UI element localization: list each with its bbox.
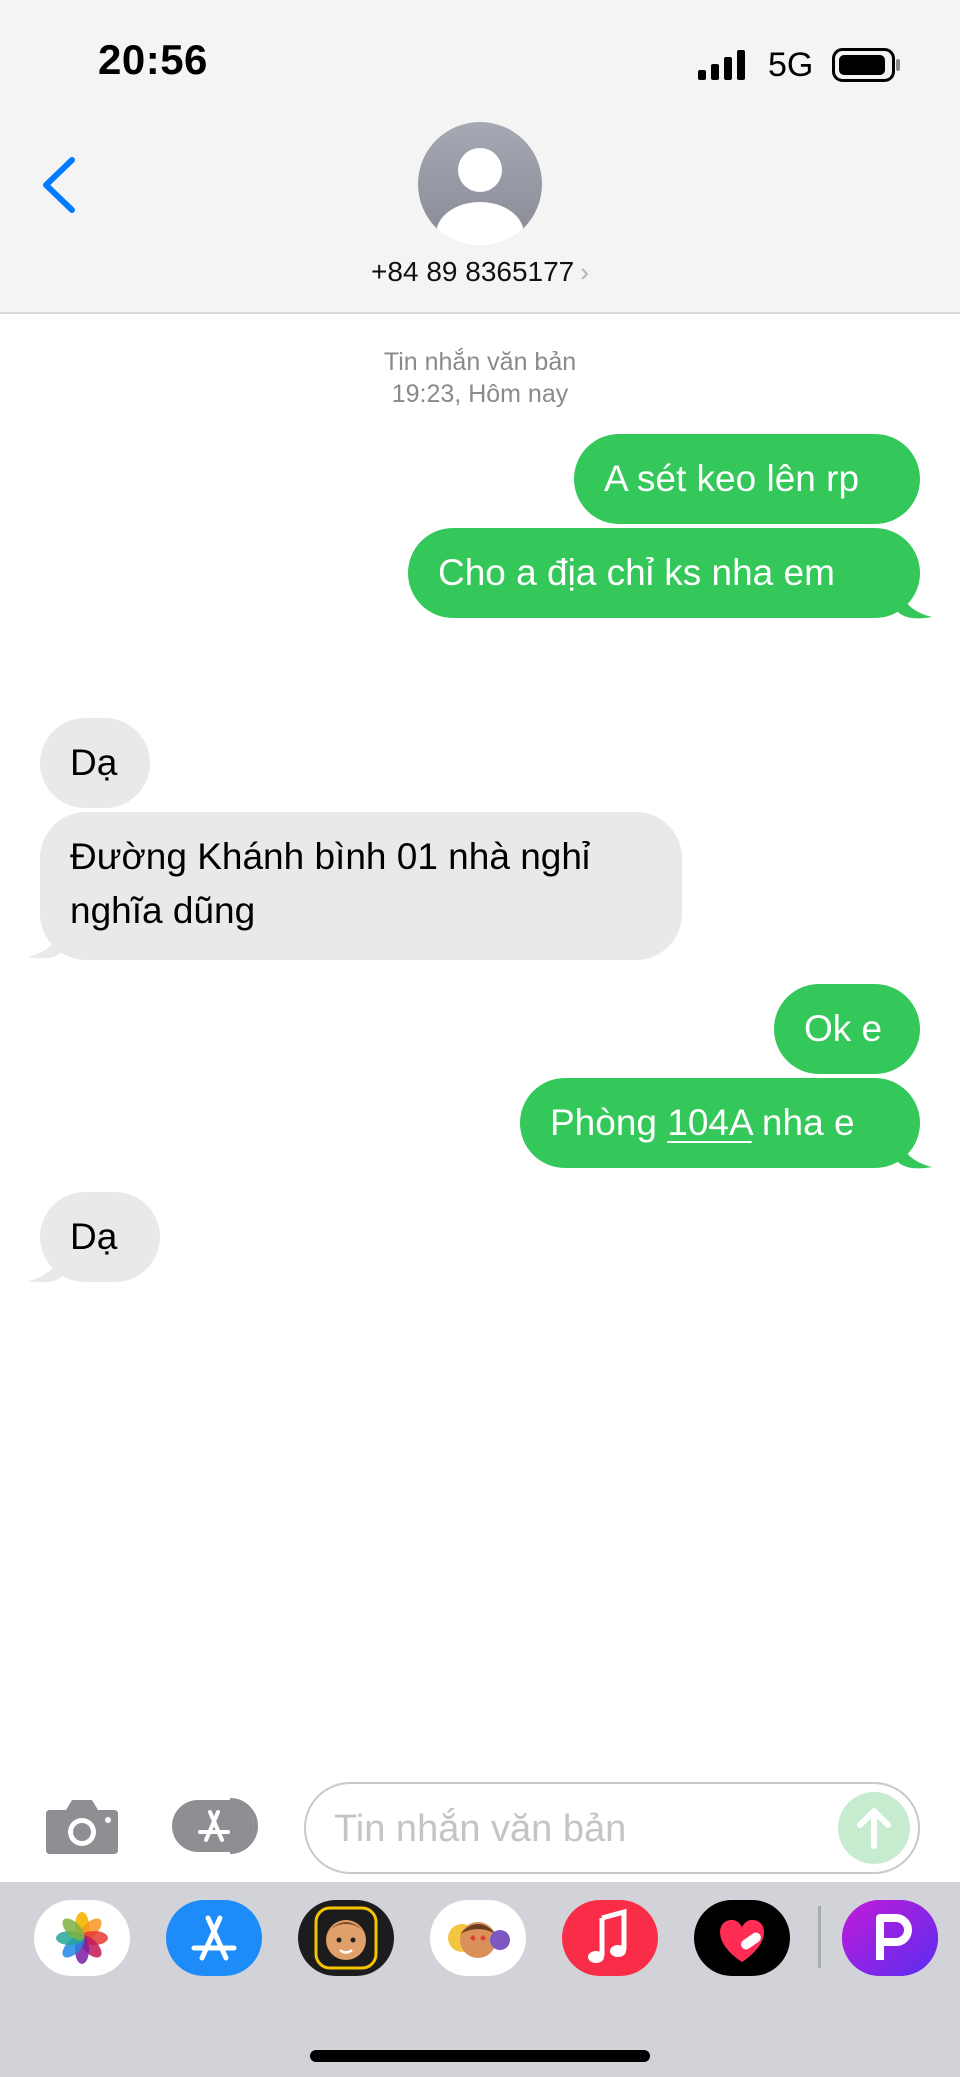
message-bubble-outgoing[interactable]: Cho a địa chỉ ks nha em [408,528,920,618]
contact-details-button[interactable]: +84 89 8365177 › [0,256,960,288]
message-bubble-incoming[interactable]: Dạ [40,718,150,808]
bubble-tail [898,584,932,619]
message-text: Cho a địa chỉ ks nha em [438,552,835,593]
message-text: A sét keo lên rp [604,458,860,499]
app-picsart[interactable] [842,1900,938,1976]
status-time: 20:56 [98,36,208,83]
bubble-tail [28,1248,62,1283]
message-bubble-outgoing[interactable]: A sét keo lên rp [574,434,920,524]
contact-avatar[interactable] [418,122,542,246]
animoji-stickers-icon [448,1922,510,1958]
memoji-icon [314,1906,378,1970]
camera-button[interactable] [44,1798,120,1856]
app-photos[interactable] [34,1900,130,1976]
message-bubble-outgoing[interactable]: Ok e [774,984,920,1074]
photos-icon [56,1912,108,1964]
message-input[interactable] [332,1800,836,1858]
chevron-right-icon: › [580,257,589,287]
message-timestamp: 19:23, Hôm nay [391,380,569,408]
room-number-link[interactable]: 104A [667,1102,751,1143]
app-store-icon [172,1798,258,1854]
arrow-up-icon [857,1808,891,1849]
app-music[interactable] [562,1900,658,1976]
message-text: Dạ [70,1216,118,1257]
drawer-divider [818,1906,821,1968]
message-input-container [304,1782,920,1874]
imessage-app-drawer [0,1882,960,2077]
app-store-icon [191,1915,237,1961]
message-bubble-outgoing[interactable]: Phòng 104A nha e [520,1078,920,1168]
message-text-line: Đường Khánh bình 01 nhà nghỉ [70,836,591,877]
person-avatar-icon [418,122,542,246]
picsart-icon [842,1900,938,1976]
contact-number: +84 89 8365177 [371,256,575,287]
app-memoji[interactable] [298,1900,394,1976]
app-store[interactable] [166,1900,262,1976]
camera-icon [46,1800,118,1854]
bubble-tail [898,1134,932,1169]
app-memoji-stickers[interactable] [430,1900,526,1976]
chevron-left-icon [43,157,75,213]
message-text: Dạ [70,742,118,783]
digital-touch-icon [720,1919,764,1962]
message-bubble-incoming[interactable]: Đường Khánh bình 01 nhà nghỉ nghĩa dũng [40,812,682,960]
cellular-signal-icon [698,50,745,80]
message-text-suffix: nha e [751,1102,855,1143]
apps-button[interactable] [170,1796,264,1856]
message-composer [0,1770,960,1880]
message-text: Ok e [804,1008,883,1049]
app-digital-touch[interactable] [694,1900,790,1976]
bubble-tail [28,924,62,959]
music-icon [588,1908,627,1963]
send-button[interactable] [838,1792,910,1864]
conversation-header: 20:56 5G +84 89 8365177 › [0,0,960,314]
message-text-line: nghĩa dũng [70,890,256,931]
status-indicators: 5G [698,44,900,84]
back-button[interactable] [36,150,86,220]
network-type: 5G [768,46,814,84]
home-indicator[interactable] [310,2050,650,2062]
battery-icon [832,48,900,82]
message-text-prefix: Phòng [550,1102,668,1143]
message-service-label: Tin nhắn văn bản [383,348,577,376]
